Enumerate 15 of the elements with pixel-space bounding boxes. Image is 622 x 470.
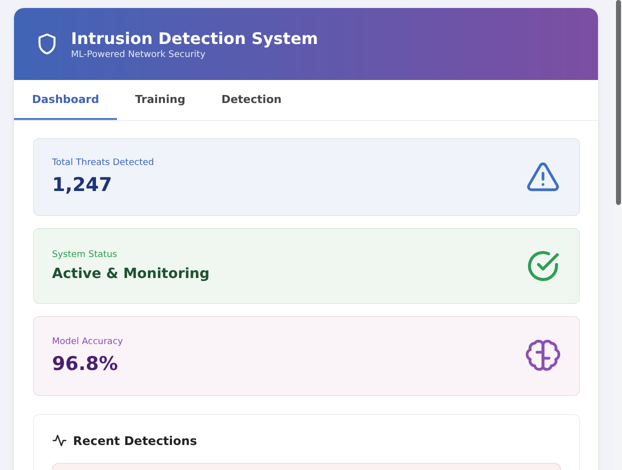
tab[interactable]: Dashboard [14, 80, 118, 120]
app-title: Intrusion Detection System [71, 28, 318, 48]
stat-value: 96.8% [52, 353, 119, 375]
activity-icon [52, 433, 67, 448]
tab[interactable]: Training [117, 80, 204, 120]
check-circle-icon [525, 248, 561, 284]
stat-label: Model Accuracy [52, 337, 123, 347]
tab[interactable]: Detection [203, 80, 300, 120]
stat-label: Total Threats Detected [52, 158, 154, 168]
brain-icon [525, 338, 561, 374]
app-subtitle: ML-Powered Network Security [71, 50, 206, 60]
stat-label: System Status [52, 250, 118, 260]
section-title: Recent Detections [73, 434, 197, 448]
stat-value: 1,247 [52, 174, 114, 196]
stat-value: Active & Monitoring [52, 266, 210, 282]
